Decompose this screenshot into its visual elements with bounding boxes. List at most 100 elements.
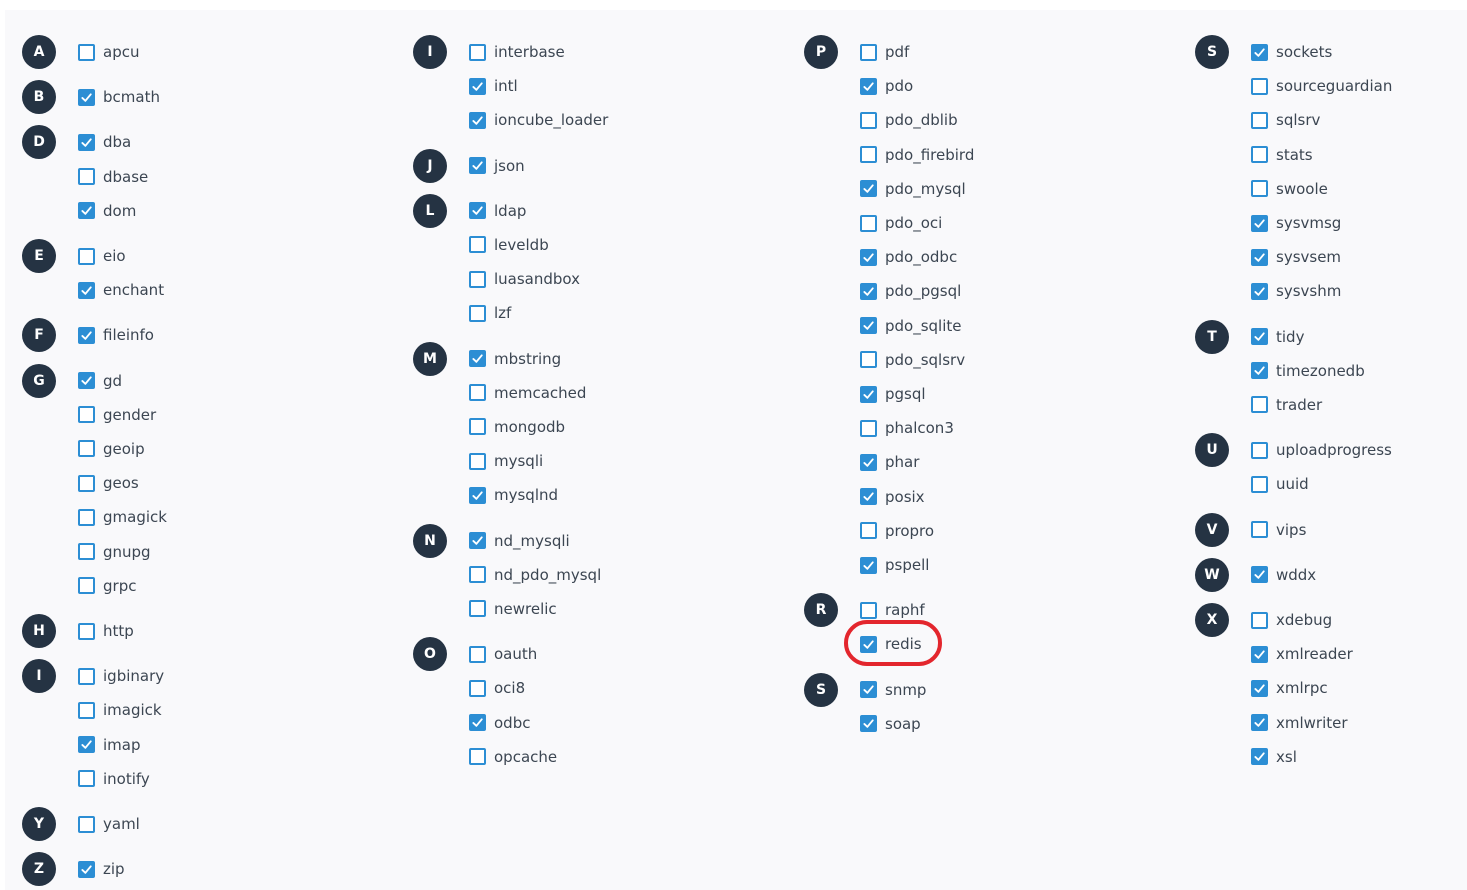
checkbox-tidy[interactable] (1251, 328, 1268, 346)
checkbox-leveldb[interactable] (469, 236, 486, 254)
checkbox-oauth[interactable] (469, 645, 486, 663)
checkbox-imap[interactable] (78, 736, 95, 754)
extension-option-interbase[interactable]: interbase (469, 42, 565, 62)
checkbox-http[interactable] (78, 622, 95, 640)
extension-option-snmp[interactable]: snmp (860, 680, 926, 700)
checkbox-gd[interactable] (78, 372, 95, 390)
extension-option-pdo_pgsql[interactable]: pdo_pgsql (860, 281, 961, 301)
extension-option-sysvmsg[interactable]: sysvmsg (1251, 213, 1341, 233)
checkbox-oci8[interactable] (469, 679, 486, 697)
checkbox-uuid[interactable] (1251, 475, 1268, 493)
extension-option-tidy[interactable]: tidy (1251, 327, 1304, 347)
extension-option-ldap[interactable]: ldap (469, 201, 526, 221)
checkbox-nd_mysqli[interactable] (469, 532, 486, 550)
checkbox-sysvmsg[interactable] (1251, 214, 1268, 232)
checkbox-xmlreader[interactable] (1251, 645, 1268, 663)
checkbox-apcu[interactable] (78, 43, 95, 61)
extension-option-inotify[interactable]: inotify (78, 769, 150, 789)
extension-option-nd_mysqli[interactable]: nd_mysqli (469, 531, 570, 551)
extension-option-pdo_dblib[interactable]: pdo_dblib (860, 110, 958, 130)
extension-option-http[interactable]: http (78, 621, 134, 641)
extension-option-propro[interactable]: propro (860, 521, 934, 541)
extension-option-uploadprogress[interactable]: uploadprogress (1251, 440, 1392, 460)
checkbox-pdo_pgsql[interactable] (860, 282, 877, 300)
extension-option-phalcon3[interactable]: phalcon3 (860, 418, 954, 438)
checkbox-pdo_sqlite[interactable] (860, 317, 877, 335)
checkbox-zip[interactable] (78, 860, 95, 878)
extension-option-gnupg[interactable]: gnupg (78, 542, 151, 562)
extension-option-xmlrpc[interactable]: xmlrpc (1251, 678, 1328, 698)
extension-option-ioncube_loader[interactable]: ioncube_loader (469, 110, 608, 130)
checkbox-eio[interactable] (78, 247, 95, 265)
extension-option-apcu[interactable]: apcu (78, 42, 139, 62)
checkbox-fileinfo[interactable] (78, 326, 95, 344)
extension-option-memcached[interactable]: memcached (469, 383, 586, 403)
extension-option-pdo_firebird[interactable]: pdo_firebird (860, 145, 974, 165)
checkbox-dbase[interactable] (78, 168, 95, 186)
checkbox-enchant[interactable] (78, 281, 95, 299)
checkbox-pdo_oci[interactable] (860, 214, 877, 232)
extension-option-pdo_sqlsrv[interactable]: pdo_sqlsrv (860, 350, 965, 370)
checkbox-timezonedb[interactable] (1251, 362, 1268, 380)
checkbox-xsl[interactable] (1251, 748, 1268, 766)
checkbox-soap[interactable] (860, 715, 877, 733)
checkbox-phalcon3[interactable] (860, 419, 877, 437)
checkbox-propro[interactable] (860, 522, 877, 540)
extension-option-igbinary[interactable]: igbinary (78, 666, 164, 686)
checkbox-pspell[interactable] (860, 556, 877, 574)
checkbox-lzf[interactable] (469, 304, 486, 322)
extension-option-phar[interactable]: phar (860, 452, 919, 472)
checkbox-geoip[interactable] (78, 440, 95, 458)
extension-option-wddx[interactable]: wddx (1251, 565, 1316, 585)
checkbox-gender[interactable] (78, 406, 95, 424)
extension-option-xsl[interactable]: xsl (1251, 747, 1297, 767)
extension-option-intl[interactable]: intl (469, 76, 518, 96)
checkbox-ioncube_loader[interactable] (469, 111, 486, 129)
extension-option-json[interactable]: json (469, 156, 525, 176)
extension-option-lzf[interactable]: lzf (469, 303, 511, 323)
extension-option-soap[interactable]: soap (860, 714, 921, 734)
extension-option-pdo_mysql[interactable]: pdo_mysql (860, 179, 966, 199)
extension-option-swoole[interactable]: swoole (1251, 179, 1328, 199)
extension-option-newrelic[interactable]: newrelic (469, 599, 557, 619)
extension-option-zip[interactable]: zip (78, 859, 125, 879)
checkbox-mysqlnd[interactable] (469, 486, 486, 504)
extension-option-sqlsrv[interactable]: sqlsrv (1251, 110, 1320, 130)
checkbox-xmlwriter[interactable] (1251, 714, 1268, 732)
extension-option-timezonedb[interactable]: timezonedb (1251, 361, 1365, 381)
extension-option-pdo[interactable]: pdo (860, 76, 913, 96)
extension-option-pdf[interactable]: pdf (860, 42, 909, 62)
extension-option-sysvsem[interactable]: sysvsem (1251, 247, 1341, 267)
extension-option-oci8[interactable]: oci8 (469, 678, 525, 698)
checkbox-inotify[interactable] (78, 770, 95, 788)
checkbox-vips[interactable] (1251, 521, 1268, 539)
extension-option-luasandbox[interactable]: luasandbox (469, 269, 580, 289)
checkbox-posix[interactable] (860, 488, 877, 506)
checkbox-mongodb[interactable] (469, 418, 486, 436)
checkbox-interbase[interactable] (469, 43, 486, 61)
extension-option-uuid[interactable]: uuid (1251, 474, 1309, 494)
extension-option-xmlreader[interactable]: xmlreader (1251, 644, 1353, 664)
checkbox-pdo_mysql[interactable] (860, 180, 877, 198)
checkbox-pdo[interactable] (860, 77, 877, 95)
checkbox-xmlrpc[interactable] (1251, 679, 1268, 697)
extension-option-odbc[interactable]: odbc (469, 713, 530, 733)
checkbox-intl[interactable] (469, 77, 486, 95)
extension-option-pdo_odbc[interactable]: pdo_odbc (860, 247, 957, 267)
extension-option-xmlwriter[interactable]: xmlwriter (1251, 713, 1348, 733)
checkbox-sourceguardian[interactable] (1251, 77, 1268, 95)
checkbox-sockets[interactable] (1251, 43, 1268, 61)
checkbox-gmagick[interactable] (78, 508, 95, 526)
checkbox-trader[interactable] (1251, 396, 1268, 414)
extension-option-gender[interactable]: gender (78, 405, 156, 425)
checkbox-imagick[interactable] (78, 701, 95, 719)
extension-option-sourceguardian[interactable]: sourceguardian (1251, 76, 1392, 96)
extension-option-raphf[interactable]: raphf (860, 600, 925, 620)
checkbox-mbstring[interactable] (469, 350, 486, 368)
checkbox-sqlsrv[interactable] (1251, 111, 1268, 129)
checkbox-snmp[interactable] (860, 681, 877, 699)
checkbox-pdo_firebird[interactable] (860, 146, 877, 164)
checkbox-opcache[interactable] (469, 748, 486, 766)
extension-option-posix[interactable]: posix (860, 487, 925, 507)
extension-option-dba[interactable]: dba (78, 132, 131, 152)
